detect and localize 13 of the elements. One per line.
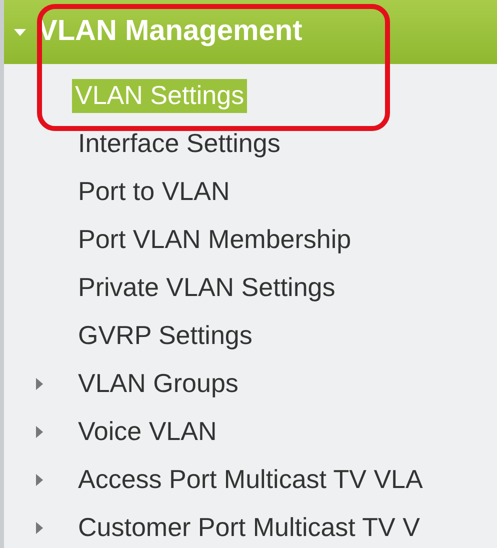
menu-item[interactable]: VLAN Groups — [75, 367, 242, 401]
menu-item[interactable]: Access Port Multicast TV VLA — [75, 463, 426, 497]
caret-right-icon[interactable] — [36, 522, 43, 534]
menu-item[interactable]: Port VLAN Membership — [75, 223, 354, 257]
caret-right-icon[interactable] — [36, 474, 43, 486]
menu-item[interactable]: GVRP Settings — [75, 319, 256, 353]
menu-item[interactable]: Voice VLAN — [75, 415, 220, 449]
caret-right-icon[interactable] — [36, 378, 43, 390]
menu-item[interactable]: Private VLAN Settings — [75, 271, 338, 305]
caret-right-icon[interactable] — [36, 426, 43, 438]
menu-item[interactable]: Port to VLAN — [75, 175, 233, 209]
menu-item[interactable]: Interface Settings — [75, 127, 284, 161]
menu-item[interactable]: Customer Port Multicast TV V — [75, 511, 423, 545]
